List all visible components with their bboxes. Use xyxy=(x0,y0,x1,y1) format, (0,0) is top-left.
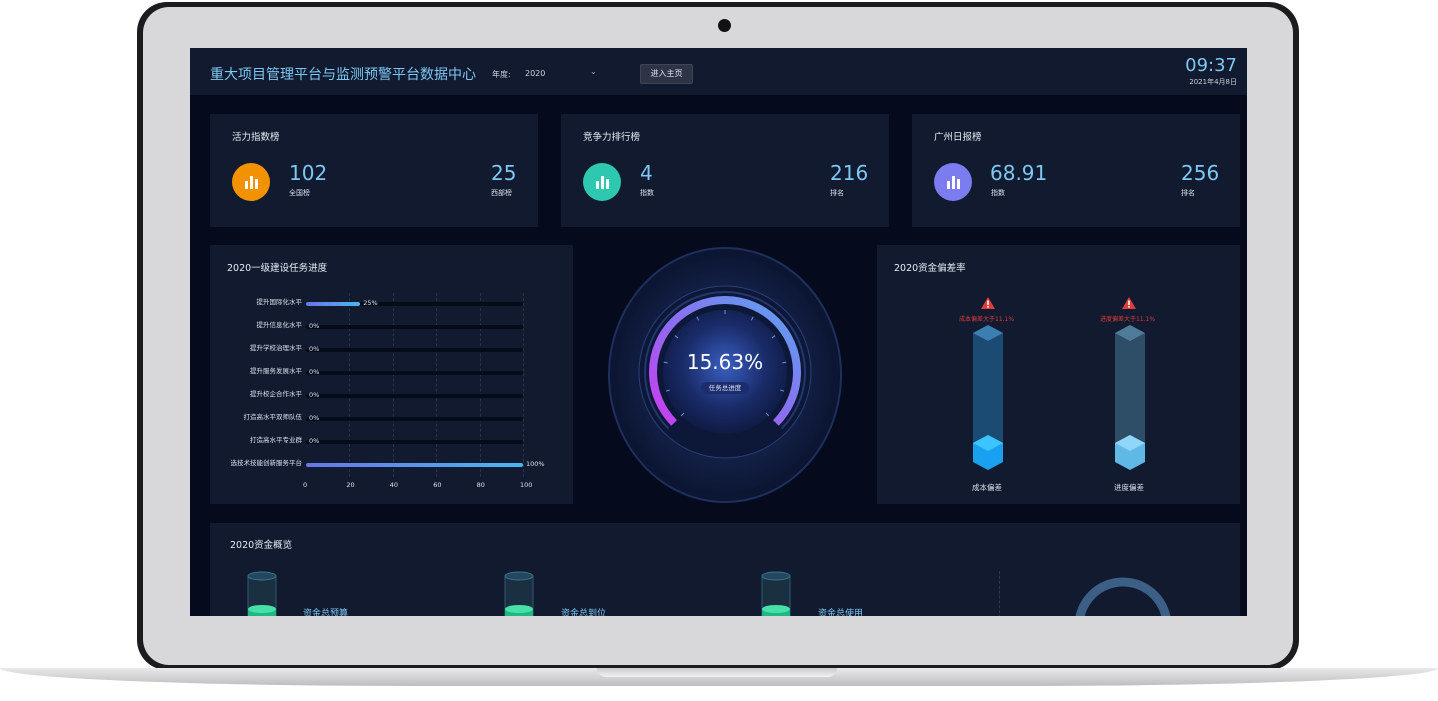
x-tick-label: 100 xyxy=(520,481,533,489)
clock: 09:37 2021年4月8日 xyxy=(1185,56,1237,87)
bar-category-label: 提升信息化水平 xyxy=(256,321,303,329)
funds-overview-panel: 2020资金概览 资金总预算 资金总到位 资金总使用 xyxy=(210,523,1240,616)
gauge-svg xyxy=(608,247,842,503)
overall-progress-gauge: 15.63% 任务总进度 xyxy=(608,246,842,504)
cost-deviation-label: 成本偏差 xyxy=(972,483,1002,492)
fund-used-label: 资金总使用 xyxy=(818,609,864,616)
stat-secondary-value: 216 xyxy=(830,161,869,185)
schedule-deviation-warning: 进度偏差大于11.1% xyxy=(1100,316,1156,323)
bar-value-label: 0% xyxy=(309,322,320,330)
funds-ring-chart xyxy=(1075,577,1171,616)
stat-card-title: 竞争力排行榜 xyxy=(583,132,641,143)
stat-card-competitiveness: 竞争力排行榜 4 指数 216 排名 xyxy=(561,114,889,227)
x-tick-label: 80 xyxy=(476,481,485,489)
stat-primary-label: 指数 xyxy=(991,189,1005,197)
clock-date: 2021年4月8日 xyxy=(1189,78,1237,86)
bar-track xyxy=(306,394,523,398)
bar-chart-icon xyxy=(583,163,621,201)
stat-primary-value: 4 xyxy=(640,161,653,185)
bar-value-label: 0% xyxy=(309,391,320,399)
bar-category-label: 提升国际化水平 xyxy=(256,298,303,306)
used-cylinder-icon xyxy=(761,571,791,616)
bar-value-label: 0% xyxy=(309,368,320,376)
received-cylinder-icon xyxy=(504,571,534,616)
bar-category-label: 选技术技能创新服务平台 xyxy=(230,459,303,467)
warning-icon xyxy=(1122,297,1136,309)
funds-divider xyxy=(999,571,1000,616)
schedule-deviation-cylinder xyxy=(1115,325,1145,470)
fund-received-label: 资金总到位 xyxy=(561,609,607,616)
chart-gridline xyxy=(436,293,438,477)
x-tick-label: 40 xyxy=(389,481,399,489)
chart-title: 2020一级建设任务进度 xyxy=(227,263,328,274)
dashboard-screen: 重大项目管理平台与监测预警平台数据中心 年度: 2020 ⌄ 进入主页 09:3… xyxy=(190,48,1247,616)
chart-gridline xyxy=(523,293,524,477)
x-tick-label: 20 xyxy=(346,481,355,489)
deviation-title: 2020资金偏差率 xyxy=(894,263,966,274)
cost-deviation-cylinder xyxy=(973,325,1003,470)
bar-category-label: 提升服务发展水平 xyxy=(250,367,302,375)
chart-gridline xyxy=(349,293,351,477)
base-notch xyxy=(597,668,837,677)
bar-category-label: 打造高水平专业群 xyxy=(250,436,302,444)
cost-deviation-warning: 成本偏差大于11.1% xyxy=(959,316,1015,323)
year-select[interactable]: 2020 xyxy=(525,69,545,78)
fund-budget-label: 资金总预算 xyxy=(303,609,349,616)
chart-gridline xyxy=(479,293,481,477)
bar-category-label: 打造高水平双师队伍 xyxy=(243,413,303,421)
funds-title: 2020资金概览 xyxy=(230,540,293,551)
bar-category-label: 提升校企合作水平 xyxy=(250,390,302,398)
bar-chart-icon xyxy=(232,163,270,201)
stat-secondary-label: 排名 xyxy=(830,189,844,197)
bar xyxy=(306,463,523,467)
stat-card-vitality: 活力指数榜 102 全国榜 25 西部榜 xyxy=(210,114,538,227)
stat-card-title: 活力指数榜 xyxy=(232,132,280,143)
webcam xyxy=(718,19,731,32)
bar-value-label: 100% xyxy=(526,460,545,468)
chevron-down-icon[interactable]: ⌄ xyxy=(590,67,597,76)
warning-icon xyxy=(981,297,995,309)
task-progress-panel: 2020一级建设任务进度 0 20 40 60 80 100 提升国际化水平 25% 提升信息化… xyxy=(210,245,573,504)
bar-track xyxy=(306,348,523,352)
bar-chart-icon xyxy=(934,163,972,201)
bar-value-label: 0% xyxy=(309,437,320,445)
schedule-deviation-label: 进度偏差 xyxy=(1114,483,1144,492)
stat-primary-value: 102 xyxy=(289,161,328,185)
bar-category-label: 提升学校治理水平 xyxy=(250,344,302,352)
bar-track xyxy=(306,371,523,375)
gauge-label: 任务总进度 xyxy=(701,382,749,394)
x-tick-label: 60 xyxy=(433,481,442,489)
bar-track xyxy=(306,325,523,329)
year-label: 年度: xyxy=(492,70,511,79)
stat-secondary-label: 西部榜 xyxy=(491,189,512,197)
top-bar: 重大项目管理平台与监测预警平台数据中心 年度: 2020 ⌄ 进入主页 09:3… xyxy=(190,48,1247,95)
bar-track xyxy=(306,440,523,444)
bar-value-label: 25% xyxy=(363,299,378,307)
bar-value-label: 0% xyxy=(309,414,320,422)
bar-track xyxy=(306,417,523,421)
stat-card-guangzhou-daily: 广州日报榜 68.91 指数 256 排名 xyxy=(912,114,1240,227)
home-button[interactable]: 进入主页 xyxy=(640,64,693,84)
bar-value-label: 0% xyxy=(309,345,320,353)
stat-secondary-label: 排名 xyxy=(1181,189,1195,197)
clock-time: 09:37 xyxy=(1185,55,1237,76)
bar xyxy=(306,302,361,306)
laptop-base xyxy=(0,668,1438,700)
chart-gridline xyxy=(392,293,394,477)
gauge-value: 15.63% xyxy=(686,350,764,374)
page-title: 重大项目管理平台与监测预警平台数据中心 xyxy=(210,67,476,83)
stat-primary-value: 68.91 xyxy=(990,161,1048,185)
stat-secondary-value: 25 xyxy=(491,161,517,185)
stat-primary-label: 全国榜 xyxy=(289,189,310,197)
stat-card-title: 广州日报榜 xyxy=(934,132,982,143)
stat-secondary-value: 256 xyxy=(1181,161,1220,185)
x-tick-label: 0 xyxy=(303,481,308,489)
stat-primary-label: 指数 xyxy=(640,189,654,197)
fund-deviation-panel: 2020资金偏差率 成本偏差大于11.1% 成本偏差 进度偏差大于11.1% 进… xyxy=(877,245,1240,504)
budget-cylinder-icon xyxy=(247,571,277,616)
